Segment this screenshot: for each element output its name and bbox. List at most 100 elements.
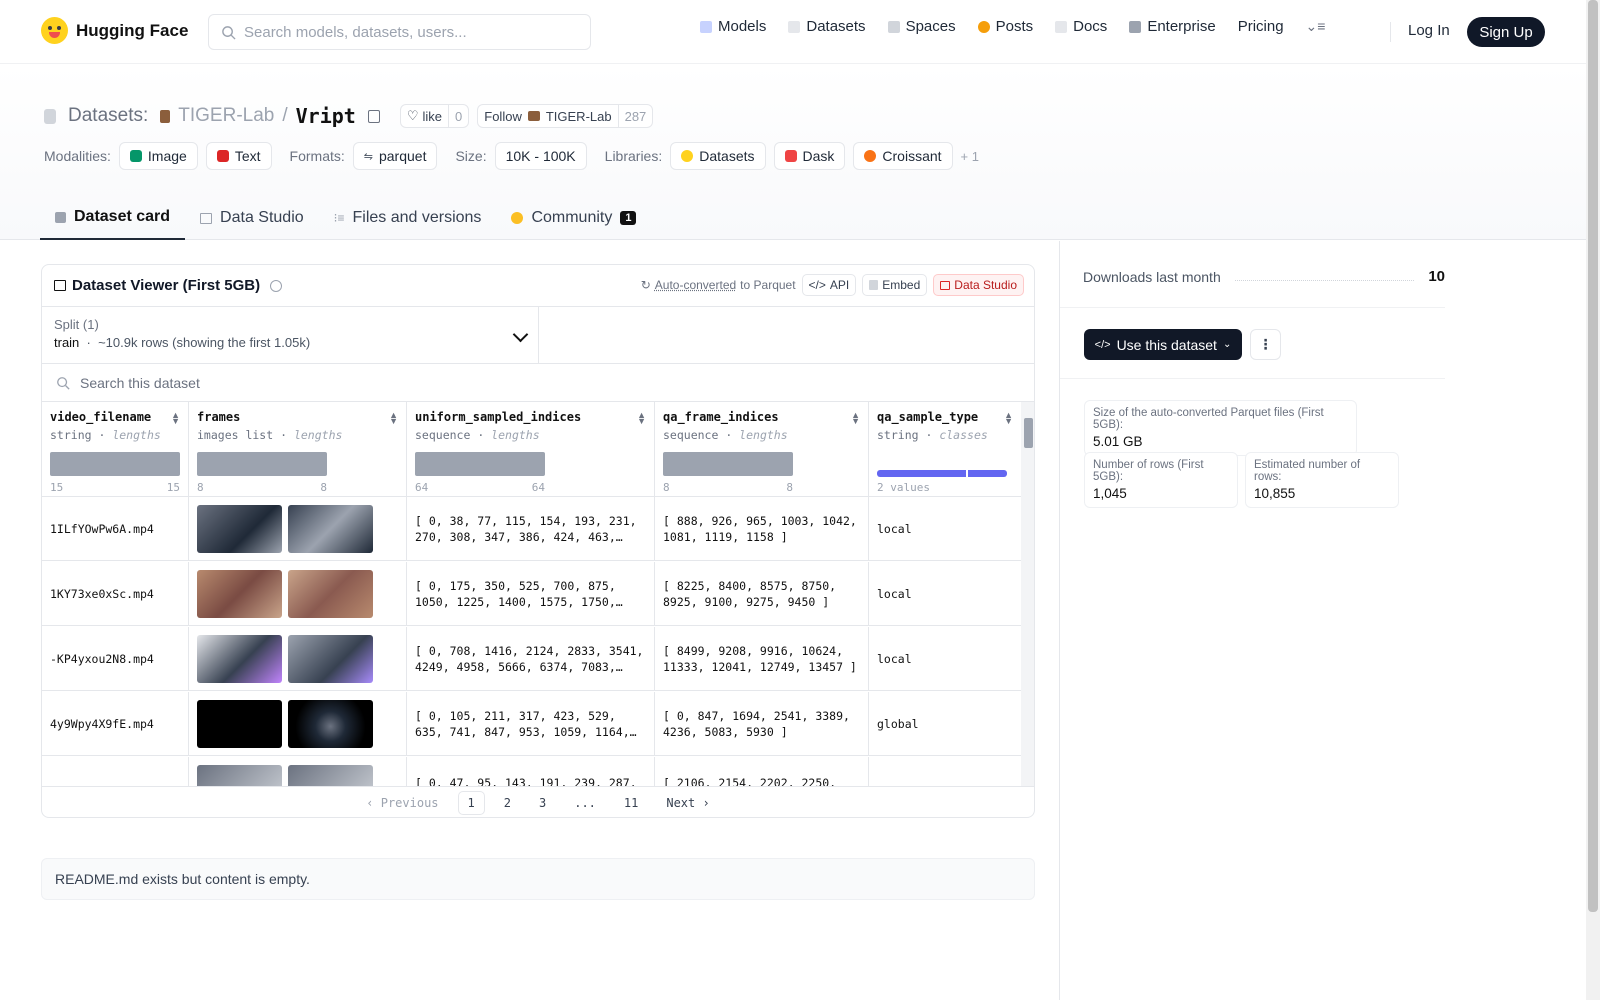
cell-qa-frame-indices[interactable]: [ 8499, 9208, 9916, 10624, 11333, 12041,… <box>655 627 869 691</box>
size-tag[interactable]: 10K - 100K <box>494 142 587 170</box>
modality-image-tag[interactable]: Image <box>118 142 198 170</box>
cell-uniform-sampled-indices[interactable]: [ 0, 175, 350, 525, 700, 875, 1050, 1225… <box>407 562 655 626</box>
cell-qa-sample-type[interactable]: local <box>869 497 1021 561</box>
cell-frames[interactable] <box>189 692 407 756</box>
table-row[interactable]: 1ILfYOwPw6A.mp4 [ 0, 38, 77, 115, 154, 1… <box>42 497 1021 561</box>
repo-name[interactable]: Vript <box>296 104 356 128</box>
nav-datasets[interactable]: Datasets <box>788 18 866 35</box>
frame-thumbnail[interactable] <box>288 505 373 553</box>
table-row[interactable]: -KP4yxou2N8.mp4 [ 0, 708, 1416, 2124, 28… <box>42 627 1021 691</box>
library-croissant-tag[interactable]: Croissant <box>853 142 953 170</box>
dataset-search[interactable] <box>42 364 1034 402</box>
cell-frames[interactable] <box>189 497 407 561</box>
use-this-dataset-button[interactable]: </> Use this dataset ⌄ <box>1084 329 1242 360</box>
page-scrollbar-thumb[interactable] <box>1588 0 1598 912</box>
frame-thumbnail[interactable] <box>288 700 373 748</box>
cell-video-filename[interactable]: 4y9Wpy4X9fE.mp4 <box>42 692 189 756</box>
frame-thumbnail[interactable] <box>197 570 282 618</box>
library-dask-tag[interactable]: Dask <box>773 142 846 170</box>
more-libraries[interactable]: + 1 <box>961 149 979 164</box>
column-header-video-filename[interactable]: video_filename string · lengths ▲ ▼ 15 15 <box>42 402 189 497</box>
frame-thumbnail[interactable] <box>197 700 282 748</box>
tab-files[interactable]: ⁝≡ Files and versions <box>319 196 497 240</box>
cell-qa-sample-type[interactable] <box>869 757 1021 786</box>
page-scrollbar[interactable] <box>1586 0 1600 1000</box>
pagination-page-1[interactable]: 1 <box>457 791 485 815</box>
column-header-uniform-sampled-indices[interactable]: uniform_sampled_indices sequence · lengt… <box>407 402 655 497</box>
cell-qa-sample-type[interactable]: global <box>869 692 1021 756</box>
nav-more[interactable]: ⌄≡ <box>1306 18 1326 35</box>
info-icon[interactable] <box>270 279 283 292</box>
frame-thumbnail[interactable] <box>197 765 282 786</box>
nav-spaces[interactable]: Spaces <box>887 18 956 35</box>
nav-posts[interactable]: Posts <box>977 18 1033 35</box>
nav-docs[interactable]: Docs <box>1055 18 1107 35</box>
auto-converted-link[interactable]: ↻ Auto-converted to Parquet <box>641 278 796 292</box>
login-link[interactable]: Log In <box>1408 22 1450 39</box>
format-tag[interactable]: ⇋ parquet <box>352 142 438 170</box>
class-segment-local[interactable] <box>877 470 966 477</box>
cell-video-filename[interactable] <box>42 757 189 786</box>
cell-qa-sample-type[interactable]: local <box>869 627 1021 691</box>
cell-video-filename[interactable]: 1ILfYOwPw6A.mp4 <box>42 497 189 561</box>
cell-uniform-sampled-indices[interactable]: [ 0, 38, 77, 115, 154, 193, 231, 270, 30… <box>407 497 655 561</box>
nav-pricing[interactable]: Pricing <box>1238 18 1284 35</box>
brand-logo[interactable]: Hugging Face <box>41 17 188 44</box>
sort-icon[interactable]: ▲ ▼ <box>389 411 398 426</box>
global-search[interactable] <box>208 14 591 50</box>
tab-dataset-card[interactable]: Dataset card <box>40 196 186 240</box>
cell-frames[interactable] <box>189 562 407 626</box>
more-options-button[interactable]: ⋮ <box>1250 329 1281 360</box>
frame-thumbnail[interactable] <box>288 635 373 683</box>
api-button[interactable]: </> API <box>801 274 857 296</box>
sort-icon[interactable]: ▲ ▼ <box>1004 411 1013 426</box>
pagination-page-3[interactable]: 3 <box>530 792 555 814</box>
table-row[interactable]: 1KY73xe0xSc.mp4 [ 0, 175, 350, 525, 700,… <box>42 562 1021 626</box>
signup-button[interactable]: Sign Up <box>1467 17 1545 47</box>
pagination-next[interactable]: Next › <box>657 792 718 814</box>
follow-button[interactable]: Follow TIGER-Lab 287 <box>477 104 654 128</box>
sort-icon[interactable]: ▲ ▼ <box>637 411 646 426</box>
embed-button[interactable]: Embed <box>862 274 928 296</box>
table-scrollbar[interactable] <box>1021 402 1034 786</box>
sort-icon[interactable]: ▲ ▼ <box>851 411 860 426</box>
dataset-search-input[interactable] <box>80 374 580 391</box>
frame-thumbnail[interactable] <box>197 635 282 683</box>
like-button[interactable]: ♡ like 0 <box>399 104 470 128</box>
column-header-frames[interactable]: frames images list · lengths ▲ ▼ 88 <box>189 402 407 497</box>
library-datasets-tag[interactable]: Datasets <box>670 142 766 170</box>
cell-video-filename[interactable]: 1KY73xe0xSc.mp4 <box>42 562 189 626</box>
repo-owner-link[interactable]: TIGER-Lab <box>178 105 274 127</box>
cell-uniform-sampled-indices[interactable]: [ 0, 47, 95, 143, 191, 239, 287, <box>407 757 655 786</box>
cell-qa-frame-indices[interactable]: [ 0, 847, 1694, 2541, 3389, 4236, 5083, … <box>655 692 869 756</box>
tab-data-studio[interactable]: Data Studio <box>185 196 319 240</box>
split-selector[interactable]: Split (1) train · ~10.9k rows (showing t… <box>42 307 539 364</box>
frame-thumbnail[interactable] <box>288 570 373 618</box>
global-search-input[interactable] <box>244 23 564 41</box>
table-row[interactable]: [ 0, 47, 95, 143, 191, 239, 287, [ 2106,… <box>42 757 1021 786</box>
cell-uniform-sampled-indices[interactable]: [ 0, 708, 1416, 2124, 2833, 3541, 4249, … <box>407 627 655 691</box>
data-studio-button[interactable]: Data Studio <box>933 274 1024 296</box>
nav-models[interactable]: Models <box>700 18 766 35</box>
cell-qa-frame-indices[interactable]: [ 2106, 2154, 2202, 2250, <box>655 757 869 786</box>
cell-frames[interactable] <box>189 627 407 691</box>
cell-frames[interactable] <box>189 757 407 786</box>
cell-video-filename[interactable]: -KP4yxou2N8.mp4 <box>42 627 189 691</box>
sort-icon[interactable]: ▲ ▼ <box>171 411 180 426</box>
modality-text-tag[interactable]: Text <box>205 142 272 170</box>
pagination-previous[interactable]: ‹ Previous <box>357 792 447 814</box>
column-header-qa-sample-type[interactable]: qa_sample_type string · classes ▲ ▼ 2 val… <box>869 402 1021 497</box>
table-scrollbar-thumb[interactable] <box>1024 418 1033 448</box>
cell-qa-frame-indices[interactable]: [ 8225, 8400, 8575, 8750, 8925, 9100, 92… <box>655 562 869 626</box>
frame-thumbnail[interactable] <box>288 765 373 786</box>
frame-thumbnail[interactable] <box>197 505 282 553</box>
cell-qa-sample-type[interactable]: local <box>869 562 1021 626</box>
table-row[interactable]: 4y9Wpy4X9fE.mp4 [ 0, 105, 211, 317, 423,… <box>42 692 1021 756</box>
nav-enterprise[interactable]: Enterprise <box>1129 18 1216 35</box>
copy-icon[interactable] <box>367 109 380 123</box>
pagination-page-2[interactable]: 2 <box>495 792 520 814</box>
tab-community[interactable]: Community 1 <box>496 196 651 240</box>
class-distribution-bar[interactable] <box>877 470 1007 477</box>
column-header-qa-frame-indices[interactable]: qa_frame_indices sequence · lengths ▲ ▼ 8… <box>655 402 869 497</box>
cell-uniform-sampled-indices[interactable]: [ 0, 105, 211, 317, 423, 529, 635, 741, … <box>407 692 655 756</box>
